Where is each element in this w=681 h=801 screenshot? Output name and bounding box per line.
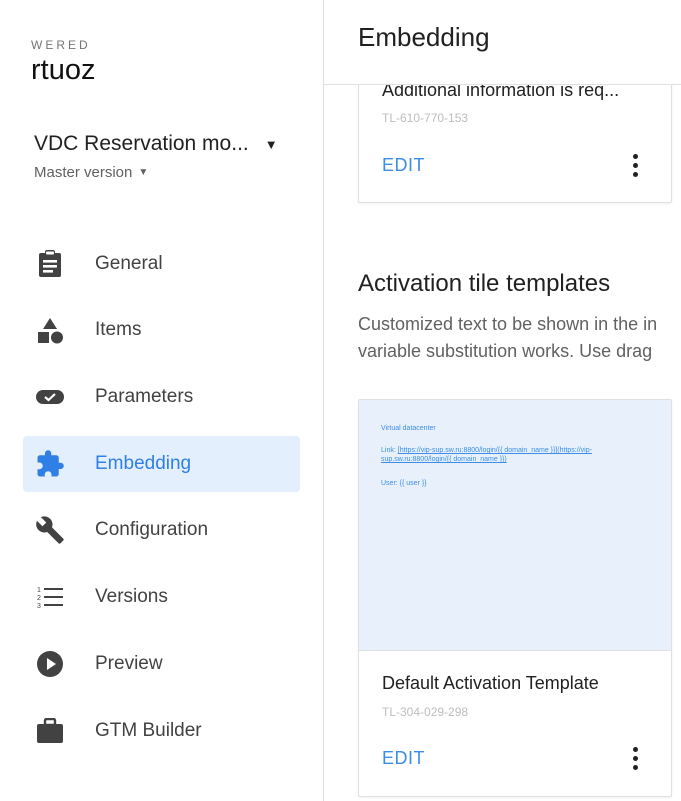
clipboard-icon [35, 249, 65, 279]
sidebar-item-versions[interactable]: 123 Versions [23, 569, 300, 625]
edit-button[interactable]: EDIT [382, 748, 425, 769]
preview-heading: Virtual datacenter [381, 425, 436, 432]
section-description-line: variable substitution works. Use drag [358, 341, 653, 361]
more-vert-icon[interactable] [625, 150, 645, 180]
brand-logo[interactable]: rtuoz [31, 54, 95, 87]
caret-down-icon: ▼ [138, 167, 149, 178]
svg-text:1: 1 [37, 587, 41, 594]
puzzle-icon [35, 449, 65, 479]
preview-link[interactable]: [https://vip-sup.sw.ru:8800/login/{{ dom… [381, 447, 592, 463]
version-selector[interactable]: Master version ▼ [34, 164, 148, 181]
toggle-check-icon [35, 382, 65, 412]
page-title: Embedding [358, 22, 490, 52]
sidebar-item-configuration[interactable]: Configuration [23, 502, 300, 558]
preview-user: User: {{ user }} [381, 480, 427, 487]
sidebar-item-label: Versions [95, 586, 168, 607]
caret-down-icon: ▼ [264, 136, 278, 152]
section-title: Activation tile templates [358, 270, 611, 297]
card-id: TL-304-029-298 [382, 705, 469, 719]
brand-tagline: WERED [31, 38, 91, 52]
svg-text:2: 2 [37, 595, 41, 602]
section-description: Customized text to be shown in the in va… [358, 311, 681, 365]
section-description-line: Customized text to be shown in the in [358, 314, 658, 334]
shapes-icon [35, 315, 65, 345]
sidebar-item-label: Parameters [95, 386, 194, 407]
project-name: VDC Reservation mo... [34, 132, 249, 155]
more-vert-icon[interactable] [625, 743, 645, 773]
play-circle-icon [35, 649, 65, 679]
sidebar-item-general[interactable]: General [23, 236, 300, 292]
page-header: Embedding [324, 0, 681, 85]
preview-link-line: Link: [https://vip-sup.sw.ru:8800/login/… [381, 446, 641, 464]
version-name: Master version [34, 164, 133, 181]
sidebar-item-label: GTM Builder [95, 720, 202, 741]
sidebar-item-gtm-builder[interactable]: GTM Builder [23, 703, 300, 759]
sidebar: WERED rtuoz VDC Reservation mo... ▼ Mast… [0, 0, 324, 801]
sidebar-item-label: Configuration [95, 519, 209, 540]
svg-text:3: 3 [37, 603, 41, 610]
project-selector[interactable]: VDC Reservation mo... ▼ [34, 132, 278, 156]
numbered-list-icon: 123 [35, 582, 65, 612]
edit-button[interactable]: EDIT [382, 155, 425, 176]
template-card: Virtual datacenter Link: [https://vip-su… [358, 399, 672, 797]
wrench-icon [35, 515, 65, 545]
sidebar-item-embedding[interactable]: Embedding [23, 436, 300, 492]
sidebar-item-preview[interactable]: Preview [23, 636, 300, 692]
sidebar-item-parameters[interactable]: Parameters [23, 369, 300, 425]
card-title: Default Activation Template [382, 673, 599, 693]
template-preview[interactable]: Virtual datacenter Link: [https://vip-su… [359, 400, 671, 651]
sidebar-item-label: Preview [95, 653, 163, 674]
sidebar-item-label: Embedding [95, 453, 192, 474]
sidebar-item-label: General [95, 253, 163, 274]
sidebar-item-label: Items [95, 319, 142, 340]
sidebar-item-items[interactable]: Items [23, 302, 300, 358]
briefcase-icon [35, 716, 65, 746]
card-id: TL-610-770-153 [382, 111, 469, 125]
preview-link-label: Link: [381, 447, 396, 454]
